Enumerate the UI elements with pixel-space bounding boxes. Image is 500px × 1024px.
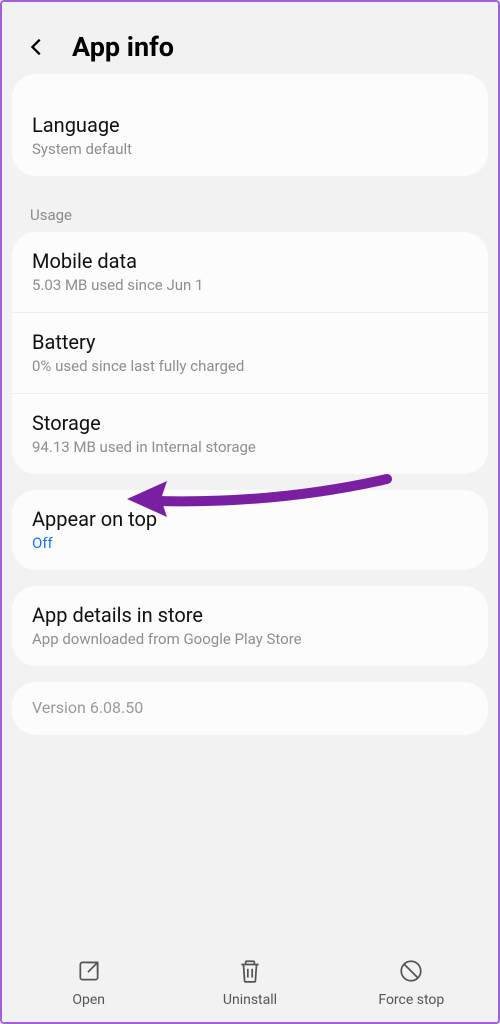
storage-label: Storage (32, 410, 468, 436)
stop-icon (398, 958, 424, 984)
bottom-bar: Open Uninstall Force stop (2, 948, 498, 1022)
open-button[interactable]: Open (8, 958, 169, 1008)
force-stop-button[interactable]: Force stop (331, 958, 492, 1008)
battery-label: Battery (32, 329, 468, 355)
header: App info (2, 2, 498, 74)
row-language[interactable]: Language System default (12, 96, 488, 176)
uninstall-button[interactable]: Uninstall (169, 958, 330, 1008)
version-text: Version 6.08.50 (32, 698, 468, 717)
row-store[interactable]: App details in store App downloaded from… (12, 586, 488, 666)
language-value: System default (32, 140, 468, 158)
card-usage: Mobile data 5.03 MB used since Jun 1 Bat… (12, 232, 488, 474)
store-value: App downloaded from Google Play Store (32, 630, 468, 648)
card-top-clipped: Language System default (12, 74, 488, 176)
row-version: Version 6.08.50 (12, 682, 488, 735)
card-store: App details in store App downloaded from… (12, 586, 488, 666)
back-icon (26, 36, 48, 58)
open-label: Open (72, 992, 105, 1008)
mobile-data-label: Mobile data (32, 248, 468, 274)
trash-icon (237, 958, 263, 984)
battery-value: 0% used since last fully charged (32, 357, 468, 375)
usage-header: Usage (12, 192, 488, 232)
row-battery[interactable]: Battery 0% used since last fully charged (12, 312, 488, 393)
row-storage[interactable]: Storage 94.13 MB used in Internal storag… (12, 393, 488, 474)
store-label: App details in store (32, 602, 468, 628)
page-title: App info (72, 31, 174, 63)
language-label: Language (32, 112, 468, 138)
mobile-data-value: 5.03 MB used since Jun 1 (32, 276, 468, 294)
row-mobile-data[interactable]: Mobile data 5.03 MB used since Jun 1 (12, 232, 488, 312)
card-appear-on-top: Appear on top Off (12, 490, 488, 570)
clipped-content (12, 74, 488, 96)
open-icon (76, 958, 102, 984)
row-appear-on-top[interactable]: Appear on top Off (12, 490, 488, 570)
storage-value: 94.13 MB used in Internal storage (32, 438, 468, 456)
force-stop-label: Force stop (378, 992, 444, 1008)
uninstall-label: Uninstall (223, 992, 277, 1008)
appear-on-top-value: Off (32, 534, 468, 552)
back-button[interactable] (20, 30, 54, 64)
appear-on-top-label: Appear on top (32, 506, 468, 532)
card-version: Version 6.08.50 (12, 682, 488, 735)
